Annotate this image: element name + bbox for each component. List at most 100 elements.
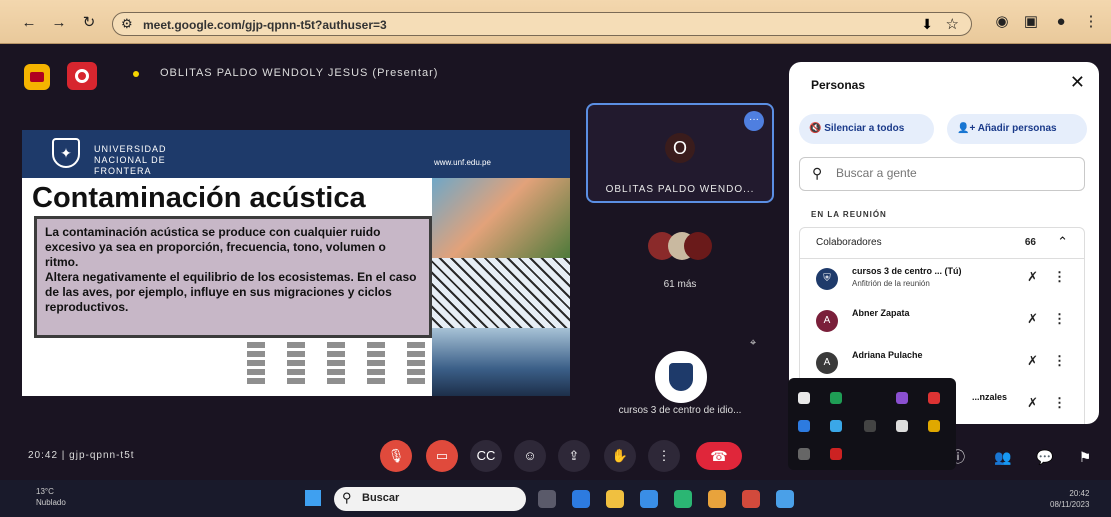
tray-app-icon[interactable] bbox=[896, 392, 908, 404]
teams-icon[interactable] bbox=[572, 490, 590, 508]
address-bar[interactable]: ⚙ meet.google.com/gjp-qpnn-t5t?authuser=… bbox=[112, 12, 972, 36]
people-panel: Personas ✕ 🔇 Silenciar a todos 👤+ Añadir… bbox=[789, 62, 1099, 424]
store-icon[interactable] bbox=[674, 490, 692, 508]
forward-icon[interactable]: → bbox=[50, 14, 68, 32]
tray-app-icon[interactable] bbox=[798, 392, 810, 404]
app-icon[interactable] bbox=[742, 490, 760, 508]
taskbar: 13°C Nublado ⚲ Buscar 20:42 08/11/2023 bbox=[0, 480, 1111, 517]
meeting-time-code: 20:42 | gjp-qpnn-t5t bbox=[28, 450, 135, 461]
avatar bbox=[655, 351, 707, 403]
mic-off-icon[interactable]: ✗ bbox=[1027, 311, 1038, 327]
tray-app-icon[interactable] bbox=[798, 448, 810, 460]
group-count: 66 bbox=[1024, 237, 1036, 248]
hand-icon[interactable]: ✋ bbox=[604, 440, 636, 472]
pin-icon[interactable]: ⌖ bbox=[750, 337, 756, 350]
camera-icon[interactable]: ▭ bbox=[426, 440, 458, 472]
tray-app-icon[interactable] bbox=[928, 420, 940, 432]
activities-icon[interactable]: ⚑ bbox=[1072, 444, 1098, 470]
slide-paragraph: Altera negativamente el equilibrio de lo… bbox=[45, 270, 417, 314]
search-input[interactable] bbox=[836, 166, 1076, 180]
more-options-icon[interactable]: ··· bbox=[744, 111, 764, 131]
site-settings-icon[interactable]: ⚙ bbox=[121, 16, 133, 32]
captions-icon[interactable]: CC bbox=[470, 440, 502, 472]
tray-app-icon[interactable] bbox=[830, 448, 842, 460]
presenting-dot-icon bbox=[133, 71, 139, 77]
tray-app-icon[interactable] bbox=[864, 420, 876, 432]
slide-title: Contaminación acústica bbox=[32, 182, 366, 214]
download-icon[interactable]: ⬇ bbox=[921, 16, 933, 33]
taskview-icon[interactable] bbox=[538, 490, 556, 508]
search-label: Buscar bbox=[362, 492, 400, 504]
tray-app-icon[interactable] bbox=[830, 392, 842, 404]
close-icon[interactable]: ✕ bbox=[1070, 72, 1085, 93]
presenting-label: OBLITAS PALDO WENDOLY JESUS (Presentar) bbox=[160, 67, 439, 79]
more-vert-icon[interactable]: ⋮ bbox=[1053, 353, 1066, 369]
search-icon: ⚲ bbox=[342, 490, 352, 505]
menu-icon[interactable]: ⋮ bbox=[1082, 13, 1100, 31]
add-people-button[interactable]: 👤+ Añadir personas bbox=[947, 114, 1087, 144]
participant-name: ...nzales bbox=[972, 392, 1008, 402]
people-icon[interactable]: 👥 bbox=[990, 444, 1016, 470]
participant-row[interactable]: A Abner Zapata ✗ ⋮ bbox=[799, 301, 1085, 343]
avatar: ⛨ bbox=[816, 268, 838, 290]
mute-all-button[interactable]: 🔇 Silenciar a todos bbox=[799, 114, 934, 144]
reload-icon[interactable]: ↻ bbox=[80, 14, 98, 32]
weather-widget[interactable]: 13°C Nublado bbox=[36, 486, 66, 508]
url-text: meet.google.com/gjp-qpnn-t5t?authuser=3 bbox=[143, 18, 387, 32]
recording-button[interactable] bbox=[67, 62, 97, 90]
avatar bbox=[684, 232, 712, 260]
sidepanel-icon[interactable]: ▣ bbox=[1022, 13, 1040, 31]
back-icon[interactable]: ← bbox=[20, 14, 38, 32]
university-name: UNIVERSIDAD NACIONAL DE FRONTERA bbox=[94, 144, 167, 176]
participant-row[interactable]: ⛨ cursos 3 de centro ... (Tú) Anfitrión … bbox=[799, 259, 1085, 301]
profile-icon[interactable]: ● bbox=[1052, 13, 1070, 31]
more-vert-icon[interactable]: ⋮ bbox=[1053, 269, 1066, 285]
university-shield-icon: ✦ bbox=[52, 138, 80, 168]
emoji-icon[interactable]: ☺ bbox=[514, 440, 546, 472]
participant-tile-others[interactable]: 61 más bbox=[586, 220, 774, 302]
call-end-icon[interactable]: ☎ bbox=[696, 442, 742, 470]
file-explorer-icon[interactable] bbox=[606, 490, 624, 508]
avatar: O bbox=[665, 133, 695, 163]
shared-slide: ✦ UNIVERSIDAD NACIONAL DE FRONTERA www.u… bbox=[22, 130, 570, 396]
participant-name: Abner Zapata bbox=[852, 308, 910, 318]
people-search[interactable]: ⚲ bbox=[799, 157, 1085, 191]
avatar: A bbox=[816, 310, 838, 332]
tray-app-icon[interactable] bbox=[928, 392, 940, 404]
more-vert-icon[interactable]: ⋮ bbox=[1053, 311, 1066, 327]
taskbar-search[interactable]: ⚲ Buscar bbox=[334, 487, 526, 511]
section-label: EN LA REUNIÓN bbox=[811, 210, 887, 219]
group-label: Colaboradores bbox=[816, 237, 882, 248]
participant-tile-host[interactable]: cursos 3 de centro de idio... bbox=[586, 345, 774, 425]
bookmark-star-icon[interactable]: ☆ bbox=[946, 15, 959, 33]
participant-tile-self[interactable]: O OBLITAS PALDO WENDO... ··· bbox=[586, 103, 774, 203]
participant-name: cursos 3 de centro de idio... bbox=[618, 405, 742, 416]
more-vert-icon[interactable]: ⋮ bbox=[648, 440, 680, 472]
present-icon[interactable]: ⇪ bbox=[558, 440, 590, 472]
mic-off-icon[interactable]: ✗ bbox=[1027, 269, 1038, 285]
avatar: A bbox=[816, 352, 838, 374]
mic-off-icon[interactable]: 🎙 bbox=[380, 440, 412, 472]
more-vert-icon[interactable]: ⋮ bbox=[1053, 395, 1066, 411]
tray-app-icon[interactable] bbox=[830, 420, 842, 432]
participant-role: Anfitrión de la reunión bbox=[852, 279, 930, 288]
participant-name: cursos 3 de centro ... (Tú) bbox=[852, 266, 962, 276]
chat-icon[interactable]: 💬 bbox=[1032, 444, 1058, 470]
extensions-icon[interactable]: ◉ bbox=[993, 13, 1011, 31]
add-people-label: Añadir personas bbox=[977, 123, 1057, 134]
collaborators-group[interactable]: Colaboradores 66 ⌃ bbox=[799, 227, 1085, 259]
tray-app-icon[interactable] bbox=[896, 420, 908, 432]
windows-start-icon[interactable] bbox=[305, 490, 321, 506]
chevron-up-icon[interactable]: ⌃ bbox=[1057, 234, 1068, 250]
taskbar-clock: 20:42 08/11/2023 bbox=[1050, 489, 1090, 509]
mic-off-icon[interactable]: ✗ bbox=[1027, 395, 1038, 411]
present-indicator-button[interactable] bbox=[24, 64, 50, 90]
app-icon[interactable] bbox=[776, 490, 794, 508]
mic-off-icon: 🔇 bbox=[809, 123, 825, 134]
edge-icon[interactable] bbox=[640, 490, 658, 508]
mic-off-icon[interactable]: ✗ bbox=[1027, 353, 1038, 369]
chrome-icon[interactable] bbox=[708, 490, 726, 508]
browser-toolbar: ← → ↻ ⚙ meet.google.com/gjp-qpnn-t5t?aut… bbox=[0, 0, 1111, 44]
tray-app-icon[interactable] bbox=[798, 420, 810, 432]
slide-table bbox=[247, 342, 427, 392]
